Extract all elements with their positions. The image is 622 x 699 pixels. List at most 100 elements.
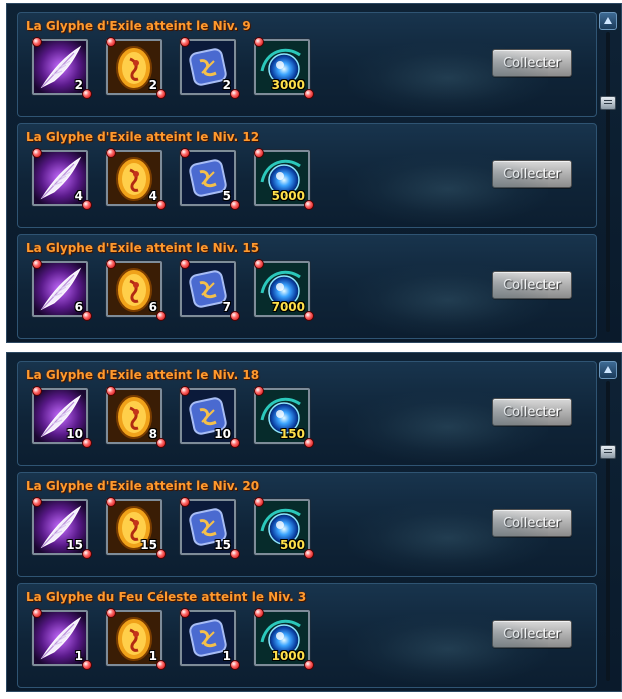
reward-item[interactable]: 5 — [180, 148, 240, 212]
reward-item[interactable]: 15 — [180, 497, 240, 561]
item-slot[interactable]: 5 — [180, 150, 236, 206]
scroll-thumb[interactable] — [600, 96, 616, 110]
scroll-track[interactable] — [606, 32, 610, 332]
item-slot[interactable]: 2 — [32, 39, 88, 95]
item-quantity: 150 — [279, 427, 305, 441]
reward-item[interactable]: 6 — [32, 259, 92, 323]
reward-item[interactable]: 2 — [180, 37, 240, 101]
item-quantity: 10 — [66, 427, 83, 441]
item-slot[interactable]: 7 — [180, 261, 236, 317]
reward-title: La Glyphe d'Exile atteint le Niv. 12 — [26, 130, 260, 144]
red-dot-icon — [156, 89, 166, 99]
reward-item[interactable]: 1 — [180, 608, 240, 672]
reward-item[interactable]: 150 — [254, 386, 314, 450]
scroll-track[interactable] — [606, 381, 610, 681]
item-slot[interactable]: 10 — [180, 388, 236, 444]
red-dot-icon — [156, 549, 166, 559]
red-dot-icon — [156, 311, 166, 321]
red-dot-icon — [180, 37, 190, 47]
reward-item[interactable]: 2 — [106, 37, 166, 101]
reward-item[interactable]: 4 — [32, 148, 92, 212]
item-quantity: 8 — [148, 427, 157, 441]
reward-item[interactable]: 1 — [32, 608, 92, 672]
item-slot[interactable]: 6 — [32, 261, 88, 317]
red-dot-icon — [180, 497, 190, 507]
red-dot-icon — [32, 37, 42, 47]
item-slot[interactable]: 500 — [254, 499, 310, 555]
red-dot-icon — [180, 608, 190, 618]
collect-button[interactable]: Collecter — [492, 271, 572, 299]
red-dot-icon — [230, 311, 240, 321]
item-slot[interactable]: 1 — [106, 610, 162, 666]
scroll-up-arrow-icon[interactable] — [599, 361, 617, 379]
reward-item[interactable]: 10 — [180, 386, 240, 450]
item-slot[interactable]: 6 — [106, 261, 162, 317]
rewards-panel-top: La Glyphe d'Exile atteint le Niv. 9 2 2 … — [6, 3, 622, 343]
red-dot-icon — [32, 259, 42, 269]
red-dot-icon — [254, 37, 264, 47]
collect-button[interactable]: Collecter — [492, 49, 572, 77]
red-dot-icon — [106, 37, 116, 47]
item-quantity: 15 — [214, 538, 231, 552]
item-slot[interactable]: 1 — [180, 610, 236, 666]
item-quantity: 1 — [148, 649, 157, 663]
red-dot-icon — [180, 259, 190, 269]
reward-item[interactable]: 8 — [106, 386, 166, 450]
item-slot[interactable]: 15 — [32, 499, 88, 555]
red-dot-icon — [106, 497, 116, 507]
reward-title: La Glyphe d'Exile atteint le Niv. 9 — [26, 19, 251, 33]
item-slot[interactable]: 7000 — [254, 261, 310, 317]
item-slot[interactable]: 1000 — [254, 610, 310, 666]
scroll-thumb[interactable] — [600, 445, 616, 459]
item-slot[interactable]: 3000 — [254, 39, 310, 95]
item-slot[interactable]: 15 — [180, 499, 236, 555]
item-slot[interactable]: 4 — [32, 150, 88, 206]
collect-button[interactable]: Collecter — [492, 160, 572, 188]
collect-button[interactable]: Collecter — [492, 398, 572, 426]
item-quantity: 7000 — [271, 300, 305, 314]
item-slot[interactable]: 15 — [106, 499, 162, 555]
red-dot-icon — [106, 386, 116, 396]
red-dot-icon — [230, 438, 240, 448]
red-dot-icon — [230, 549, 240, 559]
item-quantity: 4 — [148, 189, 157, 203]
item-slot[interactable]: 2 — [180, 39, 236, 95]
reward-item[interactable]: 7 — [180, 259, 240, 323]
scrollbar[interactable] — [599, 361, 617, 685]
reward-item[interactable]: 10 — [32, 386, 92, 450]
scroll-up-arrow-icon[interactable] — [599, 12, 617, 30]
reward-item[interactable]: 5000 — [254, 148, 314, 212]
collect-button[interactable]: Collecter — [492, 620, 572, 648]
reward-item[interactable]: 15 — [32, 497, 92, 561]
reward-item[interactable]: 3000 — [254, 37, 314, 101]
reward-row: La Glyphe d'Exile atteint le Niv. 15 6 6… — [17, 234, 597, 339]
item-slot[interactable]: 150 — [254, 388, 310, 444]
item-slot[interactable]: 10 — [32, 388, 88, 444]
item-slot[interactable]: 5000 — [254, 150, 310, 206]
item-quantity: 2 — [148, 78, 157, 92]
red-dot-icon — [82, 89, 92, 99]
item-slot[interactable]: 8 — [106, 388, 162, 444]
scrollbar[interactable] — [599, 12, 617, 336]
reward-item[interactable]: 1000 — [254, 608, 314, 672]
red-dot-icon — [180, 386, 190, 396]
item-quantity: 3000 — [271, 78, 305, 92]
collect-button[interactable]: Collecter — [492, 509, 572, 537]
reward-title: La Glyphe d'Exile atteint le Niv. 18 — [26, 368, 260, 382]
reward-item[interactable]: 1 — [106, 608, 166, 672]
item-slot[interactable]: 1 — [32, 610, 88, 666]
reward-item[interactable]: 500 — [254, 497, 314, 561]
red-dot-icon — [82, 438, 92, 448]
item-slot[interactable]: 2 — [106, 39, 162, 95]
reward-item[interactable]: 4 — [106, 148, 166, 212]
reward-item[interactable]: 6 — [106, 259, 166, 323]
reward-item[interactable]: 7000 — [254, 259, 314, 323]
red-dot-icon — [32, 148, 42, 158]
reward-item[interactable]: 2 — [32, 37, 92, 101]
item-slot[interactable]: 4 — [106, 150, 162, 206]
red-dot-icon — [230, 660, 240, 670]
item-quantity: 6 — [74, 300, 83, 314]
reward-item[interactable]: 15 — [106, 497, 166, 561]
item-quantity: 1 — [222, 649, 231, 663]
red-dot-icon — [304, 549, 314, 559]
